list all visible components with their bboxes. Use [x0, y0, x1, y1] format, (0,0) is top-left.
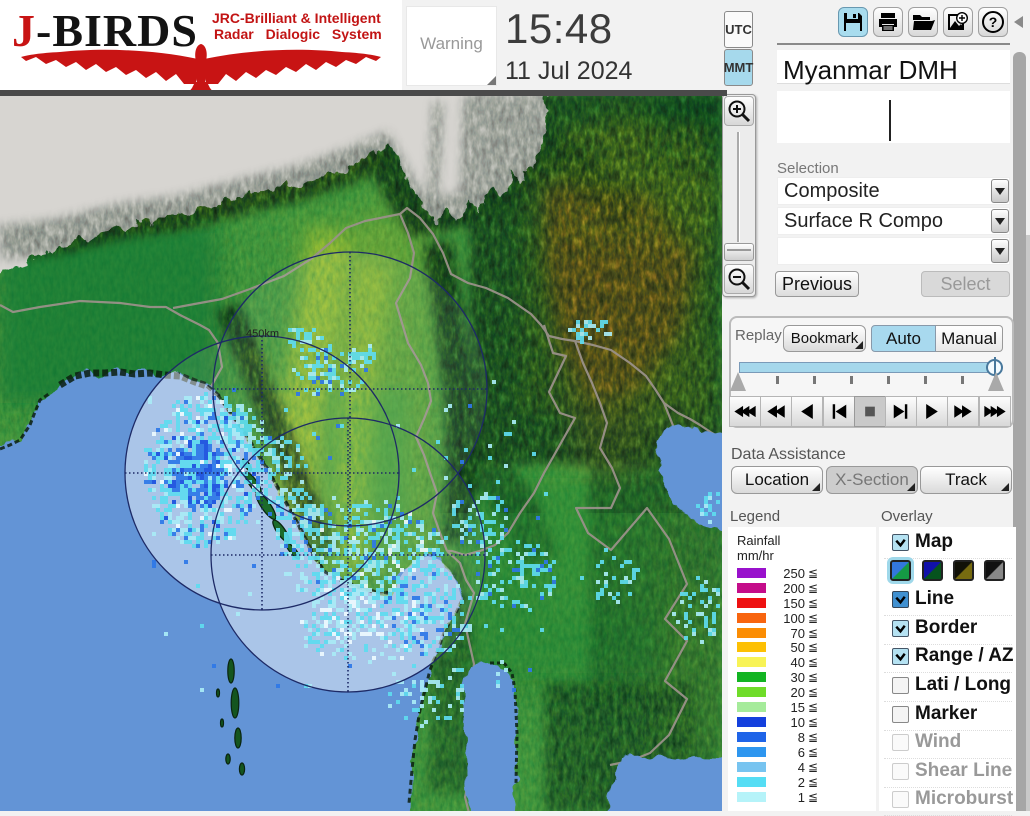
- svg-text:?: ?: [989, 14, 998, 30]
- svg-text:450km: 450km: [246, 328, 279, 340]
